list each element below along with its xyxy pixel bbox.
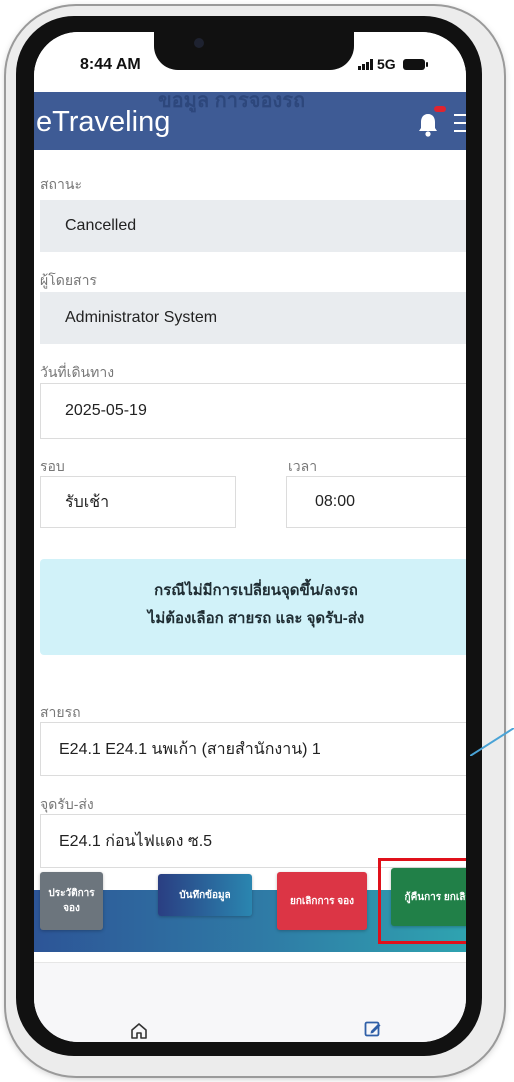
- save-button[interactable]: บันทึกข้อมูล: [158, 874, 252, 916]
- network-label: 5G: [377, 56, 396, 72]
- route-label: สายรถ: [40, 704, 81, 720]
- app-brand[interactable]: eTraveling: [36, 106, 170, 139]
- phone-screen: 8:44 AM 5G ขอมูล การจองรถ eTraveling สถา…: [34, 32, 466, 1042]
- round-label: รอบ: [40, 458, 65, 474]
- travel-date-input[interactable]: 2025-05-19: [40, 383, 466, 439]
- signal-indicator: 5G: [358, 56, 428, 72]
- history-button[interactable]: ประวัติการ จอง: [40, 872, 103, 930]
- notch: [154, 32, 354, 70]
- passenger-field: Administrator System: [40, 292, 466, 344]
- route-select[interactable]: E24.1 E24.1 นพเก้า (สายสำนักงาน) 1: [40, 722, 466, 776]
- notice-line-2: ไม่ต้องเลือก สายรถ และ จุดรับ-ส่ง: [147, 610, 365, 627]
- bell-icon[interactable]: [418, 112, 438, 138]
- page-title: ขอมูล การจองรถ: [158, 90, 306, 112]
- status-label: สถานะ: [40, 176, 82, 192]
- status-field: Cancelled: [40, 200, 466, 252]
- notification-badge: [434, 106, 446, 112]
- travel-date-label: วันที่เดินทาง: [40, 364, 115, 380]
- camera-icon: [194, 38, 204, 48]
- battery-icon: [402, 58, 428, 70]
- cancel-booking-button[interactable]: ยกเลิกการ จอง: [277, 872, 367, 930]
- pickup-label: จุดรับ-ส่ง: [40, 796, 94, 812]
- signal-bars-icon: [358, 58, 373, 70]
- status-time: 8:44 AM: [80, 56, 141, 73]
- notice-line-1: กรณีไม่มีการเปลี่ยนจุดขึ้น/ลงรถ: [154, 582, 358, 599]
- edit-icon[interactable]: [364, 1020, 382, 1038]
- home-icon[interactable]: [130, 1022, 148, 1040]
- highlight-box: [378, 858, 466, 944]
- notice-alert: กรณีไม่มีการเปลี่ยนจุดขึ้น/ลงรถ ไม่ต้องเ…: [40, 559, 466, 655]
- passenger-label: ผู้โดยสาร: [40, 272, 97, 288]
- round-select[interactable]: รับเช้า: [40, 476, 236, 528]
- annotation-arrow-icon: [470, 728, 514, 756]
- bottom-nav: [34, 962, 466, 1042]
- hamburger-menu-icon[interactable]: [454, 114, 466, 132]
- time-input[interactable]: 08:00: [286, 476, 466, 528]
- time-label: เวลา: [288, 458, 318, 474]
